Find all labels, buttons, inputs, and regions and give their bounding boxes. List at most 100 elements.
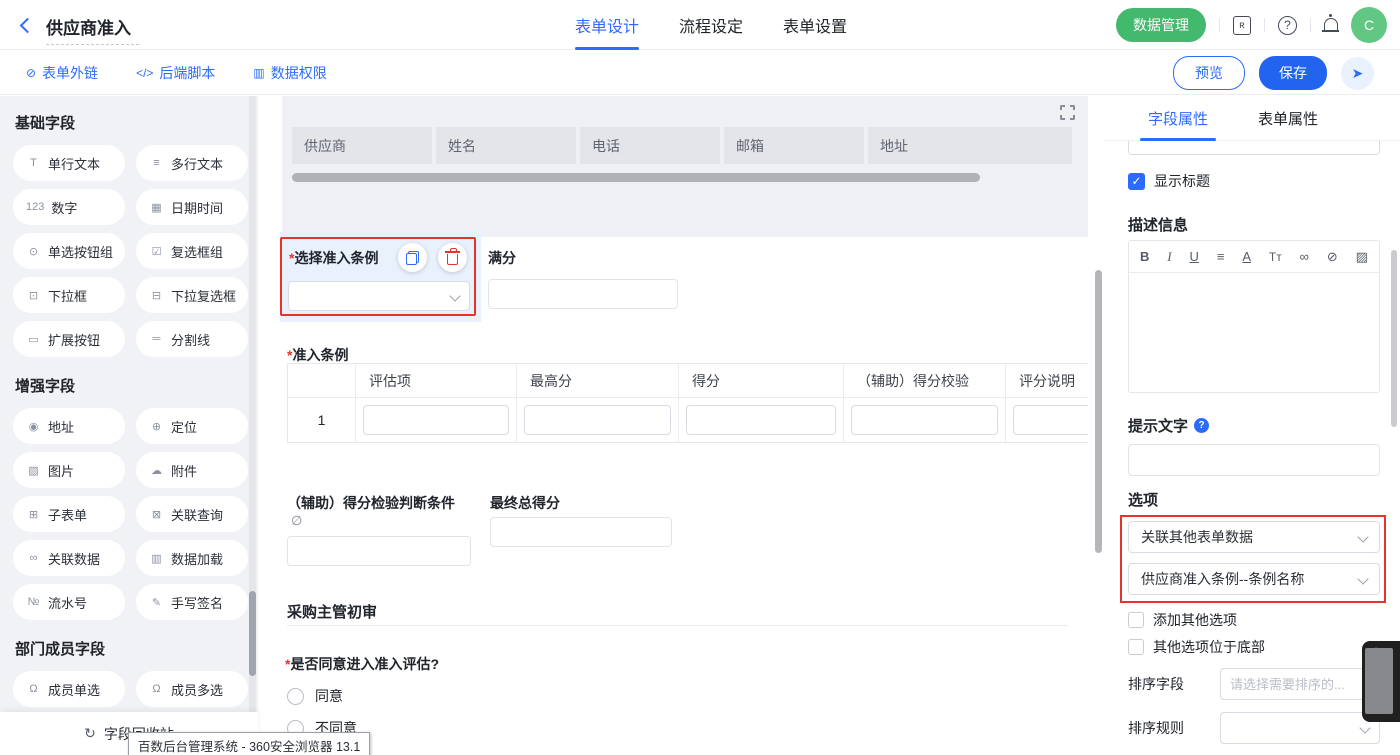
subform-header-cell: 最高分 bbox=[517, 364, 679, 398]
contact-book-icon[interactable]: ʀ bbox=[1233, 16, 1251, 35]
toolbar-link[interactable]: ▥ 数据权限 bbox=[253, 51, 326, 95]
italic-icon[interactable]: I bbox=[1167, 249, 1171, 265]
field-pill[interactable]: ▭ 扩展按钮 bbox=[13, 321, 125, 357]
sidebar-section-title-basic: 基础字段 bbox=[15, 112, 258, 133]
status-tooltip: 百数后台管理系统 - 360安全浏览器 13.1 bbox=[128, 732, 370, 755]
expand-icon[interactable] bbox=[1060, 105, 1075, 120]
tab-field-properties[interactable]: 字段属性 bbox=[1148, 96, 1208, 141]
tab-form-setting[interactable]: 表单设置 bbox=[783, 0, 847, 50]
checkbox-checked-icon[interactable]: ✓ bbox=[1128, 173, 1145, 190]
hint-input[interactable] bbox=[1128, 444, 1380, 476]
help-icon[interactable]: ? bbox=[1278, 16, 1297, 35]
share-button[interactable]: ➤ bbox=[1341, 57, 1374, 90]
option-field-select[interactable]: 供应商准入条例--条例名称 bbox=[1128, 563, 1380, 595]
subform-cell-input[interactable] bbox=[686, 405, 836, 435]
field-title-input-partial[interactable] bbox=[1128, 141, 1380, 155]
field-pill[interactable]: ▦ 日期时间 bbox=[136, 189, 248, 225]
subform-cell-input[interactable] bbox=[524, 405, 671, 435]
hint-label: 提示文字 bbox=[1128, 415, 1188, 436]
align-icon[interactable]: ≡ bbox=[1217, 249, 1225, 264]
horizontal-scrollbar[interactable] bbox=[292, 173, 980, 182]
canvas-scrollbar-thumb[interactable] bbox=[1095, 270, 1102, 553]
checkbox-icon[interactable] bbox=[1128, 639, 1144, 655]
sort-field-input[interactable] bbox=[1221, 669, 1379, 699]
link-icon[interactable]: ∞ bbox=[1300, 249, 1309, 264]
image-icon[interactable]: ▨ bbox=[1356, 249, 1368, 265]
field-pill[interactable]: ☁ 附件 bbox=[136, 452, 248, 488]
tab-flow-setting[interactable]: 流程设定 bbox=[679, 0, 743, 50]
radio-option-agree[interactable]: 同意 bbox=[287, 686, 343, 706]
field-pill[interactable]: ◉ 地址 bbox=[13, 408, 125, 444]
field-pill[interactable]: Ω 成员单选 bbox=[13, 671, 125, 707]
subform-cell-input[interactable] bbox=[363, 405, 509, 435]
toolbar-links: ⊘ 表单外链 </> 后端脚本 ▥ 数据权限 bbox=[26, 51, 327, 95]
sort-rule-select[interactable] bbox=[1220, 712, 1380, 744]
rule-select[interactable] bbox=[288, 281, 470, 311]
subform-cell-input[interactable] bbox=[851, 405, 998, 435]
unlink-icon[interactable]: ⊘ bbox=[1327, 249, 1338, 265]
field-pill[interactable]: ☑ 复选框组 bbox=[136, 233, 248, 269]
question-circle-icon[interactable]: ? bbox=[1194, 418, 1209, 433]
tab-form-design[interactable]: 表单设计 bbox=[575, 0, 639, 50]
enhanced-fields-grid: ◉ 地址 ⊕ 定位 ▧ 图片 ☁ 附件 ⊞ 子表单 bbox=[13, 408, 258, 620]
field-pill[interactable]: ▥ 数据加载 bbox=[136, 540, 248, 576]
aux-condition-input[interactable] bbox=[287, 536, 471, 566]
panel-scrollbar-thumb[interactable] bbox=[1391, 250, 1397, 427]
option-source-select[interactable]: 关联其他表单数据 bbox=[1128, 521, 1380, 553]
toolbar-link[interactable]: ⊘ 表单外链 bbox=[26, 51, 98, 95]
field-pill-label: 下拉复选框 bbox=[171, 286, 236, 305]
field-pill[interactable]: ⊙ 单选按钮组 bbox=[13, 233, 125, 269]
field-pill[interactable]: ⊡ 下拉框 bbox=[13, 277, 125, 313]
field-pill[interactable]: ⊠ 关联查询 bbox=[136, 496, 248, 532]
full-score-input[interactable] bbox=[488, 279, 678, 309]
field-pill-label: 扩展按钮 bbox=[48, 330, 100, 349]
field-pill[interactable]: 123 数字 bbox=[13, 189, 125, 225]
sidebar-scrollbar-thumb[interactable] bbox=[249, 591, 256, 676]
field-pill[interactable]: № 流水号 bbox=[13, 584, 125, 620]
widget-scrollbar[interactable] bbox=[1365, 648, 1393, 714]
bell-icon[interactable] bbox=[1324, 18, 1338, 30]
field-pill-icon: ▥ bbox=[149, 552, 164, 565]
selected-field[interactable]: *选择准入条例 bbox=[280, 237, 476, 316]
recycle-icon: ↻ bbox=[84, 725, 96, 742]
field-pill[interactable]: ∞ 关联数据 bbox=[13, 540, 125, 576]
show-title-checkbox-row[interactable]: ✓ 显示标题 bbox=[1128, 171, 1210, 191]
delete-field-button[interactable] bbox=[438, 243, 467, 272]
field-pill[interactable]: ⊟ 下拉复选框 bbox=[136, 277, 248, 313]
avatar[interactable]: C bbox=[1351, 7, 1387, 43]
field-pill[interactable]: ═ 分割线 bbox=[136, 321, 248, 357]
field-pill[interactable]: ⊕ 定位 bbox=[136, 408, 248, 444]
editor-body[interactable] bbox=[1129, 273, 1379, 392]
page-title[interactable]: 供应商准入 bbox=[46, 14, 139, 45]
preview-button[interactable]: 预览 bbox=[1173, 56, 1245, 90]
checkbox-icon[interactable] bbox=[1128, 612, 1144, 628]
table-header-cell: 供应商 bbox=[292, 127, 432, 164]
radio-label: 同意 bbox=[315, 686, 343, 706]
selected-field-label: *选择准入条例 bbox=[289, 248, 378, 268]
final-score-input[interactable] bbox=[490, 517, 672, 547]
copy-icon bbox=[406, 251, 419, 265]
subform-cell-input[interactable] bbox=[1013, 405, 1088, 435]
save-button[interactable]: 保存 bbox=[1259, 56, 1327, 90]
font-color-icon[interactable]: A bbox=[1242, 249, 1251, 264]
divider bbox=[1310, 18, 1311, 32]
radio-icon[interactable] bbox=[287, 688, 304, 705]
tab-form-properties[interactable]: 表单属性 bbox=[1258, 96, 1318, 141]
browser-float-widget[interactable]: 中 ʼ ☾ bbox=[1362, 641, 1400, 722]
other-option-bottom-row[interactable]: 其他选项位于底部 bbox=[1128, 637, 1265, 657]
add-other-option-row[interactable]: 添加其他选项 bbox=[1128, 610, 1237, 630]
field-pill[interactable]: T 单行文本 bbox=[13, 145, 125, 181]
eye-off-icon[interactable]: ∅ bbox=[291, 513, 302, 529]
font-size-icon[interactable]: Tᴛ bbox=[1269, 250, 1282, 264]
field-pill[interactable]: ≡ 多行文本 bbox=[136, 145, 248, 181]
copy-field-button[interactable] bbox=[398, 243, 427, 272]
bold-icon[interactable]: B bbox=[1140, 249, 1149, 264]
field-pill[interactable]: ⊞ 子表单 bbox=[13, 496, 125, 532]
back-icon[interactable] bbox=[20, 18, 36, 34]
toolbar-link[interactable]: </> 后端脚本 bbox=[136, 51, 215, 95]
field-pill[interactable]: Ω 成员多选 bbox=[136, 671, 248, 707]
underline-icon[interactable]: U bbox=[1190, 249, 1199, 264]
field-pill[interactable]: ✎ 手写签名 bbox=[136, 584, 248, 620]
data-manage-button[interactable]: 数据管理 bbox=[1116, 8, 1206, 42]
field-pill[interactable]: ▧ 图片 bbox=[13, 452, 125, 488]
